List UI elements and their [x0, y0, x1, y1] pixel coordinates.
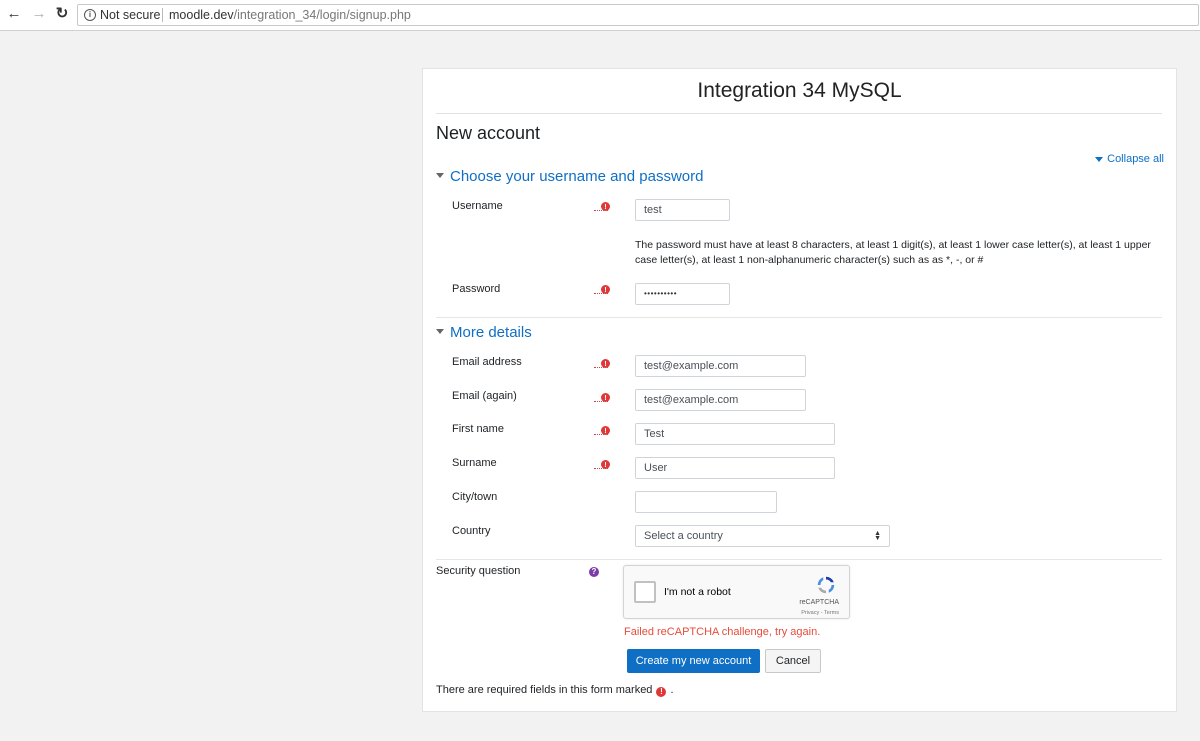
page-title: New account	[436, 123, 541, 143]
required-icon: !	[594, 285, 610, 294]
username-input[interactable]: test	[635, 199, 730, 221]
required-note-text: There are required fields in this form m…	[436, 684, 653, 696]
expand-triangle-icon	[436, 328, 444, 334]
reload-icon[interactable]: ↻	[54, 6, 70, 22]
section-more-details-title: More details	[450, 324, 532, 341]
collapse-triangle-icon	[1095, 156, 1104, 162]
first-name-input[interactable]: Test	[635, 423, 835, 445]
url-text[interactable]: moodle.dev/integration_34/login/signup.p…	[169, 5, 411, 25]
email-input[interactable]: test@example.com	[635, 355, 806, 377]
recaptcha-terms-link[interactable]: Privacy - Terms	[801, 610, 839, 616]
required-icon: !	[594, 202, 610, 211]
recaptcha-brand: reCAPTCHA	[799, 599, 839, 606]
security-status[interactable]: Not secure	[100, 5, 160, 25]
section-divider	[436, 317, 1162, 318]
title-divider	[436, 113, 1162, 114]
section-more-details-header[interactable]: More details	[436, 324, 532, 341]
cancel-button[interactable]: Cancel	[765, 649, 821, 673]
required-icon: !	[594, 393, 610, 402]
password-label: Password	[452, 283, 501, 295]
recaptcha-checkbox[interactable]	[634, 581, 656, 603]
email-again-label: Email (again)	[452, 390, 517, 402]
section-divider	[436, 559, 1162, 560]
url-path: /integration_34/login/signup.php	[233, 8, 411, 22]
expand-triangle-icon	[436, 172, 444, 178]
username-label: Username	[452, 200, 503, 212]
address-bar[interactable]: i Not secure moodle.dev/integration_34/l…	[77, 4, 1199, 26]
surname-input[interactable]: User	[635, 457, 835, 479]
city-input[interactable]	[635, 491, 777, 513]
required-note-period: .	[670, 684, 674, 696]
first-name-label: First name	[452, 423, 504, 435]
section-username-password-header[interactable]: Choose your username and password	[436, 168, 703, 185]
recaptcha-checkbox-label: I'm not a robot	[664, 586, 731, 598]
collapse-all-link[interactable]: Collapse all	[1095, 153, 1164, 165]
country-select[interactable]: Select a country ▲ ▼	[635, 525, 890, 547]
surname-label: Surname	[452, 457, 497, 469]
recaptcha-logo-icon	[817, 576, 835, 594]
recaptcha-error-message: Failed reCAPTCHA challenge, try again.	[624, 626, 821, 638]
section-username-password-title: Choose your username and password	[450, 168, 704, 185]
required-icon: !	[594, 460, 610, 469]
required-fields-note: There are required fields in this form m…	[436, 684, 674, 697]
security-question-label: Security question	[436, 565, 521, 577]
password-input[interactable]: ••••••••••	[635, 283, 730, 305]
country-select-value: Select a country	[644, 530, 723, 542]
select-arrows-icon: ▲ ▼	[874, 530, 881, 542]
back-arrow-icon[interactable]: ←	[6, 6, 22, 22]
recaptcha-widget: I'm not a robot reCAPTCHA Privacy - Term…	[623, 565, 850, 619]
create-account-button[interactable]: Create my new account	[627, 649, 760, 673]
signup-card: Integration 34 MySQL New account Collaps…	[422, 68, 1177, 712]
url-host: moodle.dev	[169, 8, 234, 22]
help-icon[interactable]: ?	[589, 567, 599, 577]
email-label: Email address	[452, 356, 522, 368]
required-icon: !	[656, 687, 667, 697]
required-icon: !	[594, 359, 610, 368]
address-separator	[162, 8, 163, 22]
site-title: Integration 34 MySQL	[697, 79, 902, 102]
info-icon[interactable]: i	[84, 9, 96, 21]
email-again-input[interactable]: test@example.com	[635, 389, 806, 411]
password-policy-note: The password must have at least 8 charac…	[635, 239, 1151, 266]
country-label: Country	[452, 525, 491, 537]
forward-arrow-icon[interactable]: →	[31, 6, 47, 22]
city-label: City/town	[452, 491, 498, 503]
browser-toolbar: ← → ↻ i Not secure moodle.dev/integratio…	[0, 0, 1200, 31]
required-icon: !	[594, 426, 610, 435]
collapse-all-label: Collapse all	[1107, 153, 1164, 165]
